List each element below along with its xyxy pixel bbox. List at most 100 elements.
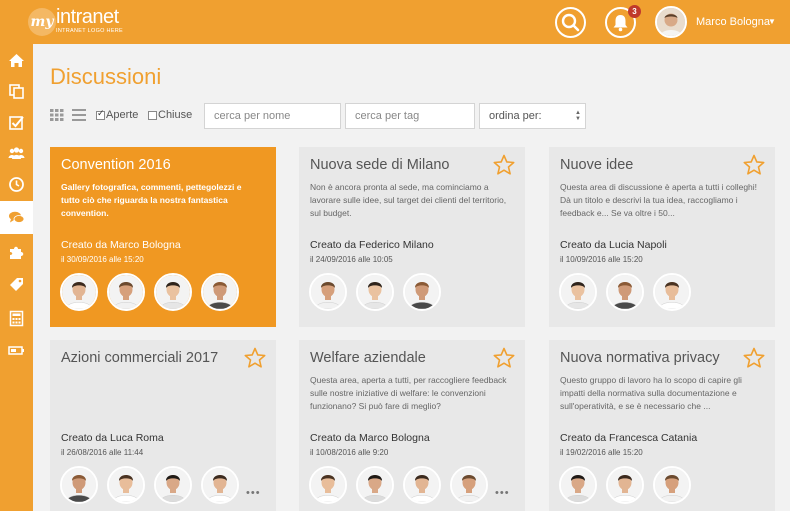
member-avatar[interactable]	[606, 273, 644, 311]
card-author: Creato da Luca Roma	[61, 432, 164, 444]
card-date: il 26/08/2016 alle 11:44	[61, 448, 144, 457]
discussion-card[interactable]: Nuova normativa privacy Questo gruppo di …	[549, 340, 775, 511]
discussion-card[interactable]: Convention 2016 Gallery fotografica, comm…	[50, 147, 276, 327]
star-icon[interactable]	[743, 154, 765, 176]
sidebar-item-documents[interactable]	[0, 75, 33, 108]
member-avatar[interactable]	[60, 273, 98, 311]
member-avatar[interactable]	[107, 273, 145, 311]
sort-select[interactable]: ordina per:	[479, 103, 586, 129]
member-avatar[interactable]	[450, 466, 488, 504]
card-title[interactable]: Nuove idee	[560, 157, 633, 173]
member-avatar[interactable]	[653, 466, 691, 504]
sidebar-item-apps[interactable]	[0, 236, 33, 269]
logo-subtitle: INTRANET LOGO HERE	[56, 28, 124, 34]
member-avatar[interactable]	[309, 466, 347, 504]
member-avatar[interactable]	[154, 466, 192, 504]
member-avatar[interactable]	[356, 273, 394, 311]
users-icon	[8, 147, 25, 159]
logo[interactable]: my intranet INTRANET LOGO HERE	[26, 6, 136, 38]
star-icon[interactable]	[493, 347, 515, 369]
checklist-icon	[9, 116, 24, 130]
card-date: il 10/09/2016 alle 15:20	[560, 255, 643, 264]
sidebar-item-energy[interactable]	[0, 334, 33, 367]
member-avatar[interactable]	[559, 466, 597, 504]
card-title[interactable]: Azioni commerciali 2017	[61, 350, 218, 366]
card-author: Creato da Federico Milano	[310, 239, 434, 251]
more-members-icon[interactable]: •••	[495, 487, 510, 499]
member-avatar[interactable]	[559, 273, 597, 311]
sidebar-item-discussions[interactable]	[0, 201, 33, 234]
card-date: il 24/09/2016 alle 10:05	[310, 255, 393, 264]
sidebar-item-tasks[interactable]	[0, 106, 33, 139]
card-description: Questo gruppo di lavoro ha lo scopo di c…	[560, 375, 742, 411]
card-title[interactable]: Nuova sede di Milano	[310, 157, 449, 173]
more-members-icon[interactable]: •••	[246, 487, 261, 499]
copy-icon	[9, 84, 24, 99]
search-tag-input[interactable]: cerca per tag	[345, 103, 475, 129]
sidebar-item-calculator[interactable]	[0, 302, 33, 335]
member-avatar[interactable]	[606, 466, 644, 504]
star-icon[interactable]	[244, 347, 266, 369]
card-description: Non è ancora pronta al sede, ma comincia…	[310, 182, 507, 218]
member-avatar[interactable]	[653, 273, 691, 311]
top-bar: my intranet INTRANET LOGO HERE 3 Marco B…	[0, 0, 790, 44]
select-arrows-icon: ▲ ▼	[575, 110, 581, 122]
member-avatar[interactable]	[403, 466, 441, 504]
discussion-card[interactable]: Nuove idee Questa area di discussione è a…	[549, 147, 775, 327]
open-label: Aperte	[106, 109, 139, 121]
closed-checkbox[interactable]	[148, 111, 157, 120]
card-description: Questa area di discussione è aperta a tu…	[560, 182, 758, 218]
card-author: Creato da Lucia Napoli	[560, 239, 667, 251]
member-avatar[interactable]	[60, 466, 98, 504]
card-title[interactable]: Convention 2016	[61, 157, 171, 173]
notification-badge: 3	[628, 5, 641, 18]
battery-icon	[8, 346, 24, 355]
logo-mark: my	[28, 8, 56, 36]
tag-icon	[10, 278, 23, 291]
search-icon	[561, 13, 580, 32]
search-button[interactable]	[555, 7, 586, 38]
home-icon	[9, 54, 24, 67]
discussion-card[interactable]: Nuova sede di Milano Non è ancora pronta …	[299, 147, 525, 327]
sidebar	[0, 44, 33, 511]
member-avatar[interactable]	[107, 466, 145, 504]
card-date: il 10/08/2016 alle 9:20	[310, 448, 389, 457]
member-avatar[interactable]	[309, 273, 347, 311]
clock-icon	[9, 177, 24, 192]
card-author: Creato da Marco Bologna	[61, 239, 181, 251]
discussion-card[interactable]: Azioni commerciali 2017 Creato da Luca Ro…	[50, 340, 276, 511]
card-title[interactable]: Nuova normativa privacy	[560, 350, 720, 366]
member-avatar[interactable]	[201, 273, 239, 311]
card-date: il 19/02/2016 alle 15:20	[560, 448, 643, 457]
grid-view-icon[interactable]	[50, 109, 64, 121]
star-icon[interactable]	[743, 347, 765, 369]
member-avatar[interactable]	[201, 466, 239, 504]
member-avatar[interactable]	[356, 466, 394, 504]
card-date: il 30/09/2016 alle 15:20	[61, 255, 144, 264]
list-view-icon[interactable]	[72, 109, 86, 121]
user-avatar[interactable]	[655, 6, 687, 38]
calculator-icon	[9, 310, 24, 327]
member-avatar[interactable]	[154, 273, 192, 311]
chevron-down-icon[interactable]: ▼	[768, 17, 776, 26]
logo-text: intranet	[56, 6, 119, 28]
puzzle-icon	[10, 246, 24, 259]
sidebar-item-home[interactable]	[0, 44, 33, 77]
user-photo	[657, 8, 685, 36]
open-checkbox[interactable]	[96, 108, 105, 120]
chat-icon	[9, 211, 25, 223]
search-name-input[interactable]: cerca per nome	[204, 103, 341, 129]
sidebar-item-tags[interactable]	[0, 268, 33, 301]
card-author: Creato da Marco Bologna	[310, 432, 430, 444]
sidebar-item-people[interactable]	[0, 137, 33, 170]
card-description: Gallery fotografica, commenti, pettegole…	[61, 182, 242, 218]
discussion-card[interactable]: Welfare aziendale Questa area, aperta a t…	[299, 340, 525, 511]
closed-label: Chiuse	[158, 109, 193, 121]
page-title: Discussioni	[50, 64, 162, 89]
card-description: Questa area, aperta a tutti, per raccogl…	[310, 375, 507, 411]
sidebar-item-history[interactable]	[0, 168, 33, 201]
star-icon[interactable]	[493, 154, 515, 176]
member-avatar[interactable]	[403, 273, 441, 311]
card-title[interactable]: Welfare aziendale	[310, 350, 426, 366]
user-name[interactable]: Marco Bologna	[696, 16, 770, 28]
